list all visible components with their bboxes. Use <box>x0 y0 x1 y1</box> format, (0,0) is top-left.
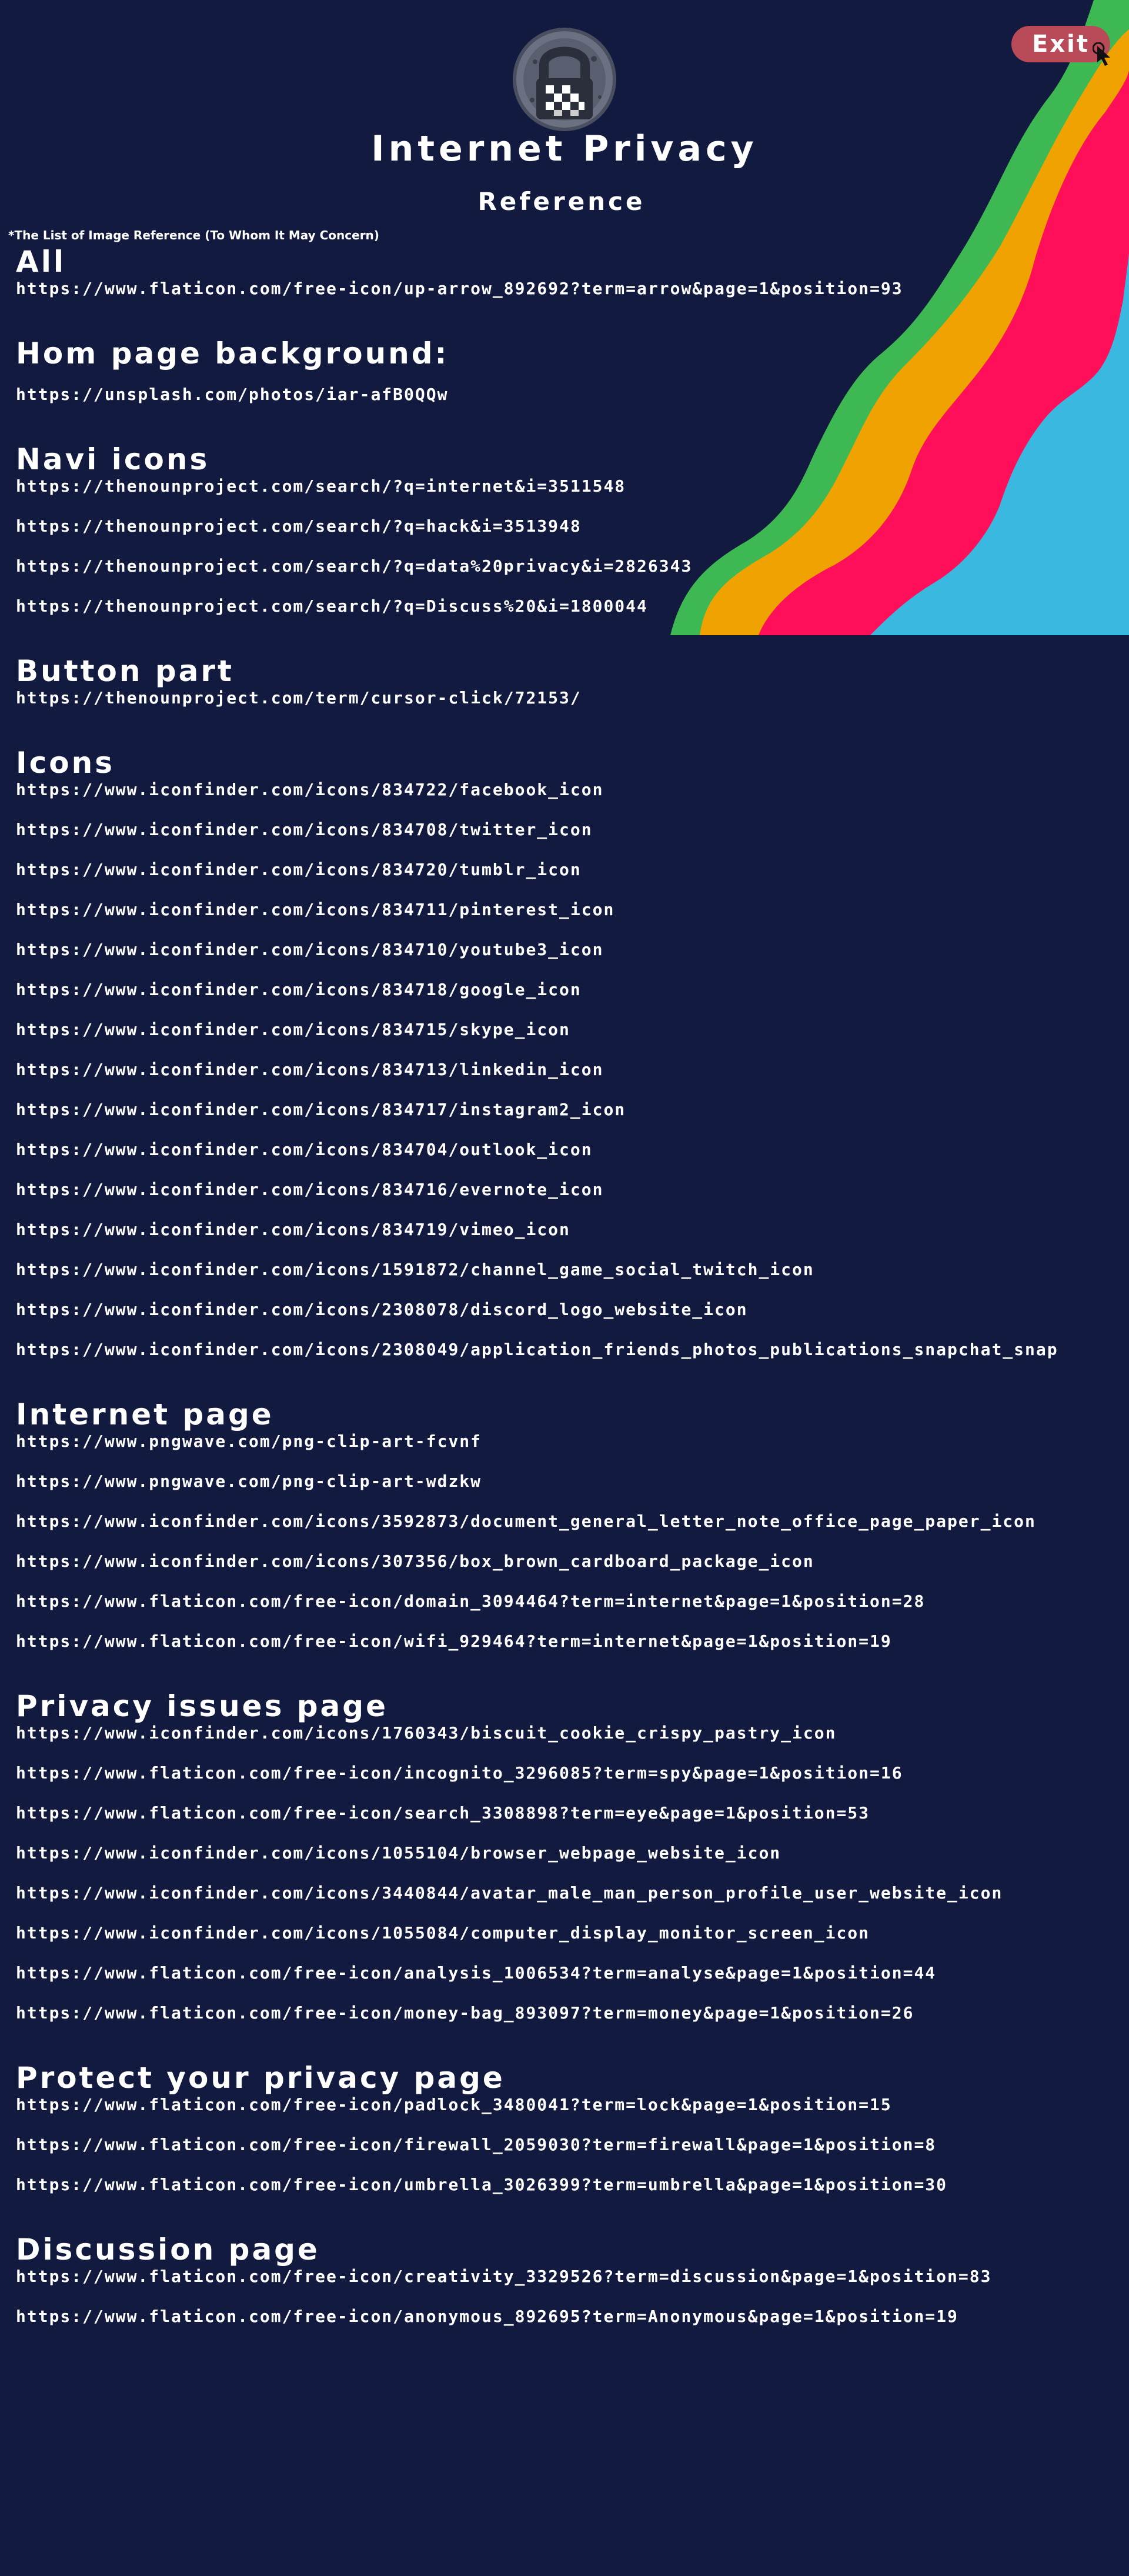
reference-link[interactable]: https://www.iconfinder.com/icons/307356/… <box>16 1551 1129 1571</box>
reference-link[interactable]: https://www.flaticon.com/free-icon/up-ar… <box>16 279 1129 299</box>
reference-link[interactable]: https://www.flaticon.com/free-icon/wifi_… <box>16 1631 1129 1651</box>
section-button-part: Button part https://thenounproject.com/t… <box>16 654 1129 708</box>
reference-note: *The List of Image Reference (To Whom It… <box>8 228 379 242</box>
section-internet-page: Internet page https://www.pngwave.com/pn… <box>16 1397 1129 1651</box>
reference-link[interactable]: https://www.iconfinder.com/icons/1055104… <box>16 1843 1129 1863</box>
section-heading: Protect your privacy page <box>16 2061 505 2095</box>
reference-link[interactable]: https://www.iconfinder.com/icons/834704/… <box>16 1140 1129 1160</box>
section-heading: All <box>16 245 66 279</box>
reference-link[interactable]: https://www.iconfinder.com/icons/2308078… <box>16 1300 1129 1320</box>
reference-link[interactable]: https://www.flaticon.com/free-icon/incog… <box>16 1763 1129 1783</box>
site-title: Internet Privacy <box>371 128 758 169</box>
reference-link[interactable]: https://www.iconfinder.com/icons/834717/… <box>16 1100 1129 1120</box>
reference-link[interactable]: https://www.pngwave.com/png-clip-art-fcv… <box>16 1432 1129 1451</box>
section-heading: Internet page <box>16 1397 274 1432</box>
reference-link[interactable]: https://www.flaticon.com/free-icon/analy… <box>16 1963 1129 1983</box>
reference-link[interactable]: https://thenounproject.com/search/?q=Dis… <box>16 596 1129 616</box>
reference-link[interactable]: https://www.flaticon.com/free-icon/creat… <box>16 2267 1129 2287</box>
reference-link[interactable]: https://www.iconfinder.com/icons/834713/… <box>16 1060 1129 1080</box>
link-list: https://www.flaticon.com/free-icon/creat… <box>16 2267 1129 2327</box>
reference-link[interactable]: https://www.pngwave.com/png-clip-art-wdz… <box>16 1471 1129 1491</box>
reference-link[interactable]: https://thenounproject.com/term/cursor-c… <box>16 688 1129 708</box>
reference-sections: All https://www.flaticon.com/free-icon/u… <box>16 245 1129 2364</box>
section-protect-your-privacy-page: Protect your privacy page https://www.fl… <box>16 2061 1129 2195</box>
reference-link[interactable]: https://www.iconfinder.com/icons/834715/… <box>16 1020 1129 1040</box>
reference-link[interactable]: https://www.iconfinder.com/icons/834719/… <box>16 1220 1129 1240</box>
reference-link[interactable]: https://www.iconfinder.com/icons/3440844… <box>16 1883 1129 1903</box>
reference-link[interactable]: https://www.iconfinder.com/icons/1591872… <box>16 1260 1129 1280</box>
reference-link[interactable]: https://www.flaticon.com/free-icon/padlo… <box>16 2095 1129 2115</box>
section-home-page-background: Hom page background: https://unsplash.co… <box>16 336 1129 405</box>
reference-link[interactable]: https://www.flaticon.com/free-icon/searc… <box>16 1803 1129 1823</box>
reference-link[interactable]: https://www.flaticon.com/free-icon/firew… <box>16 2135 1129 2155</box>
section-all: All https://www.flaticon.com/free-icon/u… <box>16 245 1129 299</box>
reference-link[interactable]: https://www.iconfinder.com/icons/834722/… <box>16 780 1129 800</box>
section-heading: Icons <box>16 746 115 780</box>
reference-link[interactable]: https://www.iconfinder.com/icons/1055084… <box>16 1923 1129 1943</box>
padlock-logo-icon <box>513 28 616 131</box>
section-heading: Hom page background: <box>16 336 449 371</box>
reference-link[interactable]: https://www.flaticon.com/free-icon/domai… <box>16 1591 1129 1611</box>
section-heading: Navi icons <box>16 442 210 476</box>
reference-link[interactable]: https://www.iconfinder.com/icons/2308049… <box>16 1340 1129 1360</box>
section-icons: Icons https://www.iconfinder.com/icons/8… <box>16 746 1129 1360</box>
link-list: https://www.flaticon.com/free-icon/padlo… <box>16 2095 1129 2195</box>
link-list: https://unsplash.com/photos/iar-afB0QQw <box>16 385 1129 405</box>
reference-link[interactable]: https://www.iconfinder.com/icons/834708/… <box>16 820 1129 840</box>
reference-link[interactable]: https://www.flaticon.com/free-icon/money… <box>16 2003 1129 2023</box>
reference-link[interactable]: https://www.iconfinder.com/icons/3592873… <box>16 1511 1129 1531</box>
link-list: https://www.iconfinder.com/icons/1760343… <box>16 1723 1129 2023</box>
cursor-click-icon <box>1093 42 1110 66</box>
reference-link[interactable]: https://thenounproject.com/search/?q=dat… <box>16 556 1129 576</box>
link-list: https://thenounproject.com/term/cursor-c… <box>16 688 1129 708</box>
reference-link[interactable]: https://www.iconfinder.com/icons/834720/… <box>16 860 1129 880</box>
reference-link[interactable]: https://thenounproject.com/search/?q=int… <box>16 476 1129 496</box>
link-list: https://www.pngwave.com/png-clip-art-fcv… <box>16 1432 1129 1651</box>
exit-button-label: Exit <box>1032 31 1090 58</box>
section-heading: Discussion page <box>16 2233 320 2267</box>
reference-link[interactable]: https://www.flaticon.com/free-icon/umbre… <box>16 2175 1129 2195</box>
reference-link[interactable]: https://www.iconfinder.com/icons/834716/… <box>16 1180 1129 1200</box>
section-navi-icons: Navi icons https://thenounproject.com/se… <box>16 442 1129 616</box>
reference-link[interactable]: https://thenounproject.com/search/?q=hac… <box>16 516 1129 536</box>
reference-link[interactable]: https://www.iconfinder.com/icons/834711/… <box>16 900 1129 920</box>
reference-link[interactable]: https://www.flaticon.com/free-icon/anony… <box>16 2307 1129 2327</box>
link-list: https://thenounproject.com/search/?q=int… <box>16 476 1129 616</box>
section-heading: Button part <box>16 654 234 688</box>
reference-link[interactable]: https://unsplash.com/photos/iar-afB0QQw <box>16 385 1129 405</box>
reference-link[interactable]: https://www.iconfinder.com/icons/1760343… <box>16 1723 1129 1743</box>
section-privacy-issues-page: Privacy issues page https://www.iconfind… <box>16 1689 1129 2023</box>
page-title: Reference <box>477 187 646 216</box>
link-list: https://www.flaticon.com/free-icon/up-ar… <box>16 279 1129 299</box>
reference-link[interactable]: https://www.iconfinder.com/icons/834718/… <box>16 980 1129 1000</box>
link-list: https://www.iconfinder.com/icons/834722/… <box>16 780 1129 1360</box>
section-heading: Privacy issues page <box>16 1689 388 1723</box>
section-discussion-page: Discussion page https://www.flaticon.com… <box>16 2233 1129 2327</box>
reference-link[interactable]: https://www.iconfinder.com/icons/834710/… <box>16 940 1129 960</box>
